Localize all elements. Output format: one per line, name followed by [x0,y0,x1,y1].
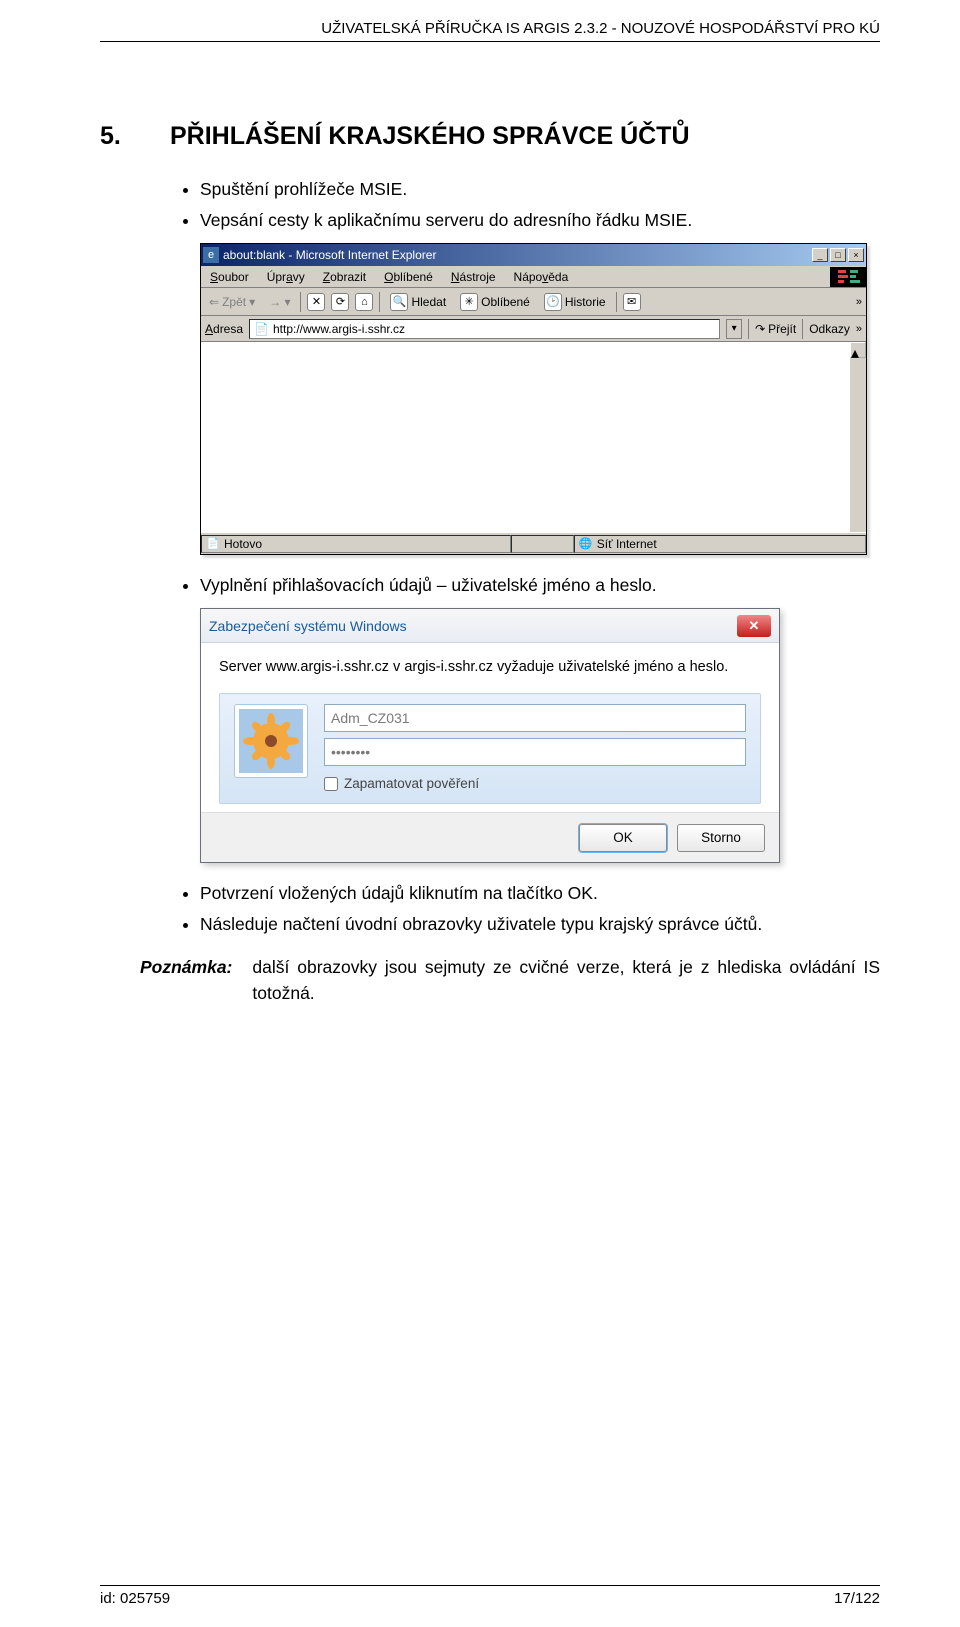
section-number: 5. [100,122,170,151]
dialog-message: Server www.argis-i.sshr.cz v argis-i.ssh… [219,657,761,677]
bullet-item: Potvrzení vložených údajů kliknutím na t… [200,883,880,904]
username-field[interactable] [324,704,746,732]
page-icon: 📄 [254,322,269,336]
dialog-title: Zabezpečení systému Windows [209,618,737,634]
footer-page: 17/122 [834,1590,880,1607]
search-button[interactable]: 🔍Hledat [386,291,450,313]
bullet-item: Následuje načtení úvodní obrazovky uživa… [200,914,880,935]
menu-zobrazit[interactable]: Zobrazit [314,270,375,284]
links-label[interactable]: Odkazy [809,322,850,336]
ie-app-icon: e [203,247,219,263]
password-field[interactable] [324,738,746,766]
globe-icon: 🌐 [579,537,593,551]
cancel-button[interactable]: Storno [677,824,765,852]
stop-icon[interactable]: ✕ [307,293,325,311]
bullet-item: Vyplnění přihlašovacích údajů – uživatel… [200,575,880,596]
menu-oblibene[interactable]: Oblíbené [375,270,442,284]
address-label: Adresa [205,322,243,336]
footer-id: id: 025759 [100,1590,170,1607]
toolbar-separator [802,319,803,339]
remember-label: Zapamatovat pověření [344,776,479,791]
ie-menubar: Soubor Úpravy Zobrazit Oblíbené Nástroje… [201,266,866,288]
close-button[interactable]: × [848,248,864,262]
maximize-button[interactable]: □ [830,248,846,262]
credentials-panel: Zapamatovat pověření [219,693,761,804]
ie-addressbar: Adresa 📄 http://www.argis-i.sshr.cz ▾ ↷ … [201,316,866,342]
section-heading: 5. PŘIHLÁŠENÍ KRAJSKÉHO SPRÁVCE ÚČTŮ [100,122,880,151]
zone-text: Síť Internet [597,537,657,551]
toolbar-separator [300,292,301,312]
forward-button[interactable]: → ▾ [265,293,294,311]
dialog-titlebar[interactable]: Zabezpečení systému Windows ✕ [201,609,779,643]
ie-browser-window: e about:blank - Microsoft Internet Explo… [200,243,867,555]
menu-nastroje[interactable]: Nástroje [442,270,505,284]
page-header: UŽIVATELSKÁ PŘÍRUČKA IS ARGIS 2.3.2 - NO… [100,20,880,42]
mail-icon[interactable]: ✉ [623,293,641,311]
section-title-text: PŘIHLÁŠENÍ KRAJSKÉHO SPRÁVCE ÚČTŮ [170,122,690,151]
links-overflow[interactable]: » [856,323,862,335]
toolbar-separator [379,292,380,312]
ie-statusbar: 📄 Hotovo 🌐 Síť Internet [201,532,866,554]
address-dropdown[interactable]: ▾ [726,319,742,339]
menu-soubor[interactable]: Soubor [201,270,258,284]
dialog-footer: OK Storno [201,812,779,862]
star-icon: ✳ [460,293,478,311]
address-input[interactable]: 📄 http://www.argis-i.sshr.cz [249,319,720,339]
favorites-button[interactable]: ✳Oblíbené [456,291,534,313]
page-icon: 📄 [206,537,220,551]
ie-window-title: about:blank - Microsoft Internet Explore… [223,248,812,262]
note-block: Poznámka: další obrazovky jsou sejmuty z… [140,955,880,1006]
note-text: další obrazovky jsou sejmuty ze cvičné v… [252,955,880,1006]
credentials-dialog: Zabezpečení systému Windows ✕ Server www… [200,608,780,863]
status-text: Hotovo [224,537,262,551]
ie-logo-icon [830,267,866,287]
toolbar-separator [748,319,749,339]
ie-content-area: ▴ [201,342,866,532]
user-avatar-icon [234,704,308,778]
go-button[interactable]: ↷ Přejít [755,322,796,336]
toolbar-separator [616,292,617,312]
page-footer: id: 025759 17/122 [100,1585,880,1607]
ie-titlebar[interactable]: e about:blank - Microsoft Internet Explo… [201,244,866,266]
minimize-button[interactable]: _ [812,248,828,262]
history-icon: 🕑 [544,293,562,311]
remember-checkbox[interactable] [324,777,338,791]
ok-button[interactable]: OK [579,824,667,852]
search-icon: 🔍 [390,293,408,311]
scrollbar-up[interactable]: ▴ [850,342,866,358]
address-url: http://www.argis-i.sshr.cz [273,322,405,336]
dialog-close-button[interactable]: ✕ [737,615,771,637]
back-button[interactable]: ⇐ Zpět ▾ [205,293,259,311]
bullet-item: Spuštění prohlížeče MSIE. [200,179,880,200]
note-label: Poznámka: [140,955,232,1006]
remember-checkbox-label[interactable]: Zapamatovat pověření [324,776,746,791]
bullet-item: Vepsání cesty k aplikačnímu serveru do a… [200,210,880,231]
menu-napoveda[interactable]: Nápověda [505,270,578,284]
history-button[interactable]: 🕑Historie [540,291,610,313]
ie-toolbar: ⇐ Zpět ▾ → ▾ ✕ ⟳ ⌂ 🔍Hledat ✳Oblíbené 🕑Hi… [201,288,866,316]
refresh-icon[interactable]: ⟳ [331,293,349,311]
toolbar-overflow[interactable]: » [856,296,862,308]
home-icon[interactable]: ⌂ [355,293,373,311]
menu-upravy[interactable]: Úpravy [258,270,314,284]
